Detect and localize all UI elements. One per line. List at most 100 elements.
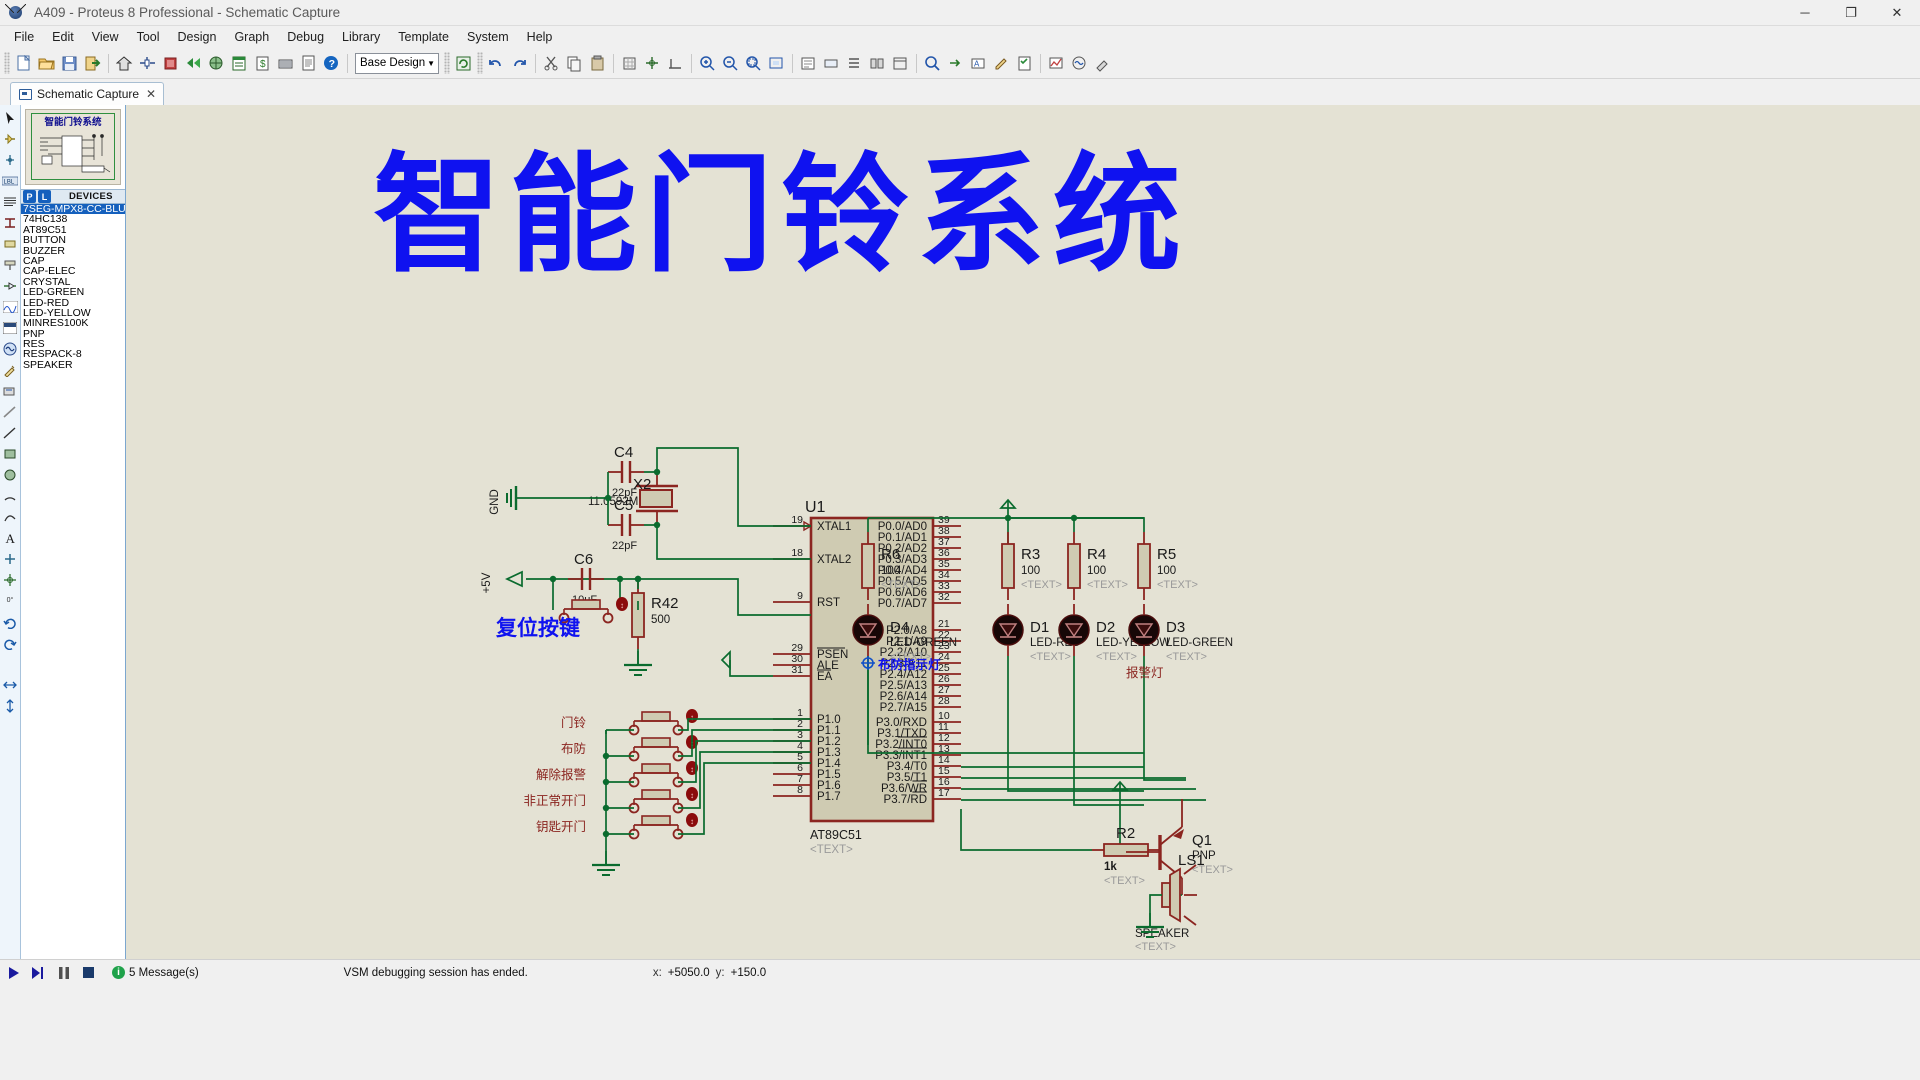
path-icon[interactable] [1, 507, 20, 526]
line-icon[interactable] [1, 423, 20, 442]
design-selector[interactable]: Base Design ▼ [355, 52, 439, 74]
menu-item-debug[interactable]: Debug [278, 28, 333, 46]
rotation-angle-icon[interactable] [1, 654, 20, 673]
wire[interactable] [553, 472, 609, 525]
3d-view-icon[interactable] [183, 53, 204, 74]
design-explorer-icon[interactable] [275, 53, 296, 74]
wire[interactable] [678, 740, 811, 783]
junction-dot-icon[interactable] [1, 150, 20, 169]
menu-item-edit[interactable]: Edit [43, 28, 83, 46]
menu-item-file[interactable]: File [5, 28, 43, 46]
property-assign-icon[interactable]: A [968, 53, 989, 74]
terminal-plus5v-speaker[interactable] [1111, 780, 1129, 799]
save-icon[interactable] [59, 53, 80, 74]
simulation-graph-icon[interactable] [1046, 53, 1067, 74]
annotate-icon[interactable] [991, 53, 1012, 74]
menu-item-library[interactable]: Library [333, 28, 389, 46]
edit-properties-icon[interactable] [798, 53, 819, 74]
rotation-angle-value[interactable]: 0° [1, 591, 20, 610]
play-icon[interactable] [2, 963, 25, 983]
pause-icon[interactable] [52, 963, 75, 983]
terminal-gnd-buttons[interactable] [592, 851, 620, 876]
badge-p-icon[interactable]: P [23, 190, 36, 203]
text-icon[interactable]: A [1, 528, 20, 547]
refresh-icon[interactable] [453, 53, 474, 74]
goto-icon[interactable] [945, 53, 966, 74]
minimize-button[interactable]: ─ [1782, 0, 1828, 26]
menu-item-template[interactable]: Template [389, 28, 458, 46]
devices-list[interactable]: 7SEG-MPX8-CC-BLUE 74HC138 AT89C51 BUTTON BUZ… [21, 204, 125, 959]
wire[interactable] [960, 809, 1092, 851]
arc-icon[interactable] [1, 486, 20, 505]
wire[interactable] [678, 751, 811, 809]
device-list-item[interactable]: LED-GREEN [21, 287, 125, 298]
paste-icon[interactable] [587, 53, 608, 74]
menu-item-system[interactable]: System [458, 28, 518, 46]
tape-recorder-icon[interactable] [1, 318, 20, 337]
subcircuit-icon[interactable] [1, 234, 20, 253]
wire-label-icon[interactable] [821, 53, 842, 74]
stop-icon[interactable] [77, 963, 100, 983]
wire-label-icon[interactable]: LBL [1, 171, 20, 190]
zoom-fit-icon[interactable] [766, 53, 787, 74]
generator-icon[interactable] [1069, 53, 1090, 74]
import-icon[interactable] [82, 53, 103, 74]
message-indicator[interactable]: i 5 Message(s) [112, 966, 199, 979]
bill-of-materials-icon[interactable]: $ [252, 53, 273, 74]
step-icon[interactable] [27, 963, 50, 983]
generator-icon[interactable] [1, 339, 20, 358]
symbol-icon[interactable] [1, 549, 20, 568]
netlist-icon[interactable] [844, 53, 865, 74]
wire[interactable] [678, 718, 811, 731]
menu-item-view[interactable]: View [83, 28, 128, 46]
menu-item-design[interactable]: Design [169, 28, 226, 46]
origin-icon[interactable] [665, 53, 686, 74]
subsheet-icon[interactable] [890, 53, 911, 74]
device-list-item[interactable]: SPEAKER [21, 359, 125, 370]
report-icon[interactable] [298, 53, 319, 74]
virtual-instrument-icon[interactable] [1, 402, 20, 421]
search-icon[interactable] [922, 53, 943, 74]
component-r2[interactable]: R2 1k <TEXT> [1092, 825, 1160, 887]
component-mode-icon[interactable] [1, 129, 20, 148]
tab-schematic-capture[interactable]: Schematic Capture ✕ [10, 82, 165, 105]
toolbar-grip[interactable] [4, 52, 10, 74]
component-r5[interactable]: R5 100 <TEXT> [1137, 532, 1198, 600]
preview-pane[interactable]: 智能门铃系统 [25, 109, 121, 185]
zoom-out-icon[interactable] [720, 53, 741, 74]
redo-icon[interactable] [509, 53, 530, 74]
circle-icon[interactable] [1, 465, 20, 484]
menu-item-tool[interactable]: Tool [128, 28, 169, 46]
gerber-view-icon[interactable] [206, 53, 227, 74]
open-folder-icon[interactable] [36, 53, 57, 74]
pcb-layout-icon[interactable] [160, 53, 181, 74]
close-icon[interactable]: ✕ [146, 87, 156, 101]
device-pin-icon[interactable] [1, 276, 20, 295]
badge-l-icon[interactable]: L [38, 190, 51, 203]
rotate-anticlockwise-icon[interactable] [1, 633, 20, 652]
menu-item-graph[interactable]: Graph [225, 28, 278, 46]
snap-icon[interactable] [642, 53, 663, 74]
copy-icon[interactable] [564, 53, 585, 74]
help-icon[interactable]: ? [321, 53, 342, 74]
home-icon[interactable] [114, 53, 135, 74]
menu-item-help[interactable]: Help [518, 28, 562, 46]
probe-icon[interactable] [1092, 53, 1113, 74]
terminal-plus5v-leds[interactable] [999, 498, 1017, 517]
bus-icon[interactable] [1, 213, 20, 232]
box-icon[interactable] [1, 444, 20, 463]
wire[interactable] [656, 525, 811, 560]
schematic-icon[interactable] [137, 53, 158, 74]
wire[interactable] [1074, 517, 1145, 532]
voltage-probe-icon[interactable] [1, 360, 20, 379]
terminals-icon[interactable] [1, 255, 20, 274]
current-probe-icon[interactable] [1, 381, 20, 400]
terminal-plus5v[interactable]: +5V [481, 570, 523, 593]
component-d3[interactable]: D3LED-GREEN <TEXT> [1128, 604, 1233, 663]
terminal-gnd-reset[interactable] [624, 651, 652, 676]
zoom-area-icon[interactable] [743, 53, 764, 74]
marker-icon[interactable] [1, 570, 20, 589]
erc-icon[interactable] [1014, 53, 1035, 74]
wire[interactable] [1007, 656, 1144, 792]
mirror-vertical-icon[interactable] [1, 696, 20, 715]
